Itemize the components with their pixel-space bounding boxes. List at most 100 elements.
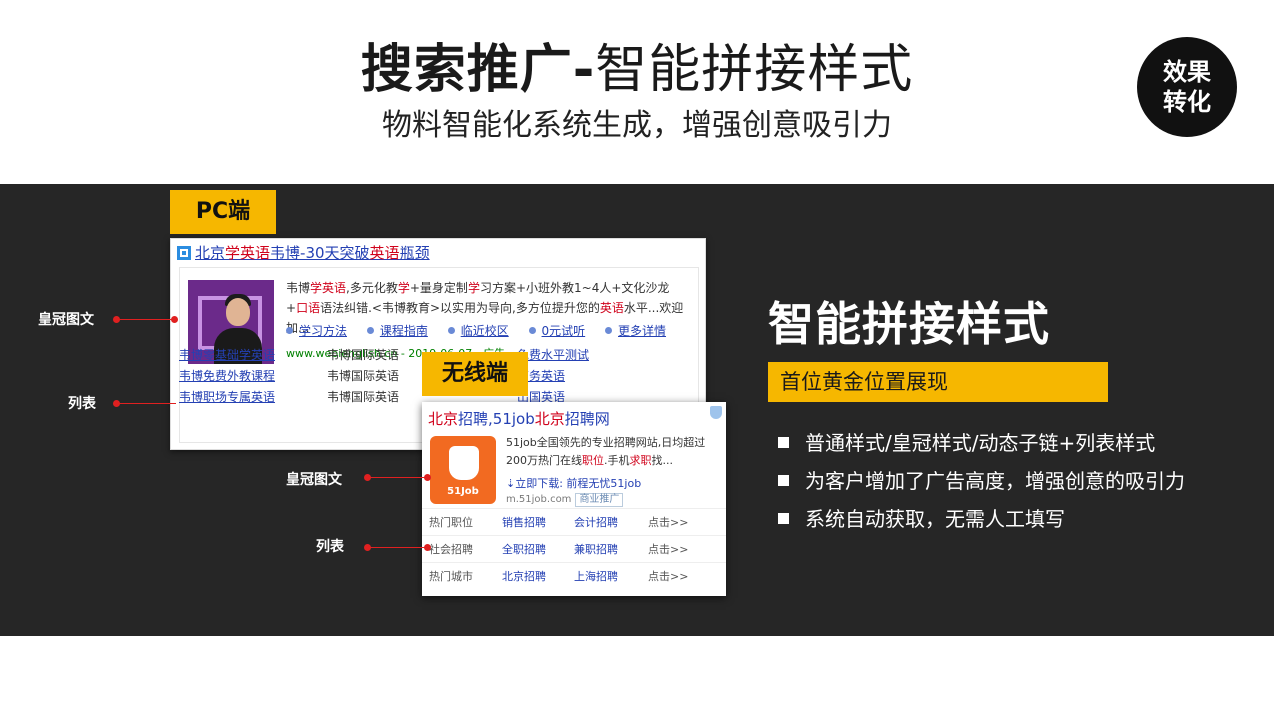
m-title-keyword: 北京 [428,410,459,428]
sublink-study-method[interactable]: 学习方法 [299,322,347,340]
desc-keyword: 学 [397,281,410,295]
feature-bullets: 普通样式/皇冠样式/动态子链+列表样式 为客户增加了广告高度，增强创意的吸引力 … [778,424,1248,538]
callout-pc-list: 列表 [68,396,96,412]
bullet-text: 普通样式/皇冠样式/动态子链+列表样式 [805,431,1156,455]
bullet-item: 系统自动获取，无需人工填写 [778,500,1248,538]
logo-text: 51Job [447,486,479,497]
mobile-tag: 无线端 [422,352,528,396]
callout-line [118,319,176,320]
mobile-ad-list: 热门职位 销售招聘 会计招聘 点击>> 社会招聘 全职招聘 兼职招聘 点击>> 热门城市 北京… [422,508,726,589]
callout-dot [113,316,120,323]
callout-mobile-crown: 皇冠图文 [286,472,342,488]
grid-more[interactable]: 点击>> [648,563,688,590]
desc-keyword: 语 [308,301,321,315]
mobile-ad-url: m.51job.com 商业推广 [506,492,624,508]
grid-category: 热门职位 [429,516,473,529]
bullet-item: 为客户增加了广告高度，增强创意的吸引力 [778,462,1248,500]
title-bold: 搜索推广- [360,40,596,100]
callout-dot [113,400,120,407]
desc-part: 韦博 [286,281,311,295]
desc-part: 语法纠错.<韦博教育>以实用为导向,多方位提升您的 [320,301,600,315]
pc-ad-title[interactable]: 北京学英语韦博-30天突破英语瓶颈 [177,243,430,263]
pc-tag: PC端 [170,190,276,234]
callout-line [368,477,428,478]
sublink-free-trial[interactable]: 0元试听 [542,322,586,340]
bullet-item: 普通样式/皇冠样式/动态子链+列表样式 [778,424,1248,462]
list-source: 韦博国际英语 [327,369,400,383]
grid-link[interactable]: 上海招聘 [574,563,618,590]
pc-title-part: 北京 [195,244,226,262]
m-title-part: 招聘网 [564,410,610,428]
desc-part: ,多元化教 [346,281,398,295]
thumb-person-head [226,298,250,326]
grid-link[interactable]: 北京招聘 [502,563,546,590]
pc-title-part: 瓶颈 [399,244,430,262]
desc-keyword: 学 [467,281,480,295]
m-title-part: 招聘,51job [458,410,535,428]
mobile-ad-title[interactable]: 北京招聘,51job北京招聘网 [428,408,610,430]
list-source: 韦博国际英语 [327,390,400,404]
pc-title-part: 韦博-30天突破 [270,244,370,262]
grid-link[interactable]: 会计招聘 [574,509,618,536]
page-subtitle: 物料智能化系统生成，增强创意吸引力 [382,108,892,143]
callout-pc-crown: 皇冠图文 [38,312,94,328]
51job-logo[interactable]: 51Job [430,436,496,504]
desc-keyword: 英语 [599,301,624,315]
sublink-nearby-campus[interactable]: 临近校区 [461,322,509,340]
callout-mobile-list: 列表 [316,539,344,555]
mobile-ad-card: 北京招聘,51job北京招聘网 51Job 51job全国领先的专业招聘网站,日… [422,402,726,596]
callout-dot [424,544,431,551]
bullet-text: 系统自动获取，无需人工填写 [805,507,1065,531]
badge-line-1: 效果 [1163,57,1211,86]
list-link[interactable]: 韦博免费外教课程 [179,366,275,387]
grid-more[interactable]: 点击>> [648,536,688,563]
bullet-dot-icon [528,327,536,334]
ad-label: 商业推广 [575,493,624,507]
callout-dot [364,474,371,481]
bullet-text: 为客户增加了广告高度，增强创意的吸引力 [805,469,1185,493]
title-light: 智能拼接样式 [595,40,914,100]
grid-link[interactable]: 销售招聘 [502,509,546,536]
callout-line [118,403,176,404]
list-item: 热门职位 销售招聘 会计招聘 点击>> [422,508,726,535]
square-bullet-icon [778,513,789,524]
download-link[interactable]: ⇣立即下载: 前程无忧51job [506,476,641,492]
sublink-course-guide[interactable]: 课程指南 [380,322,428,340]
sublink-more-details[interactable]: 更多详情 [618,322,666,340]
grid-more[interactable]: 点击>> [648,509,688,536]
desc-part: +量身定制 [409,281,468,295]
grid-category: 社会招聘 [429,543,473,556]
bullet-dot-icon [366,327,374,334]
list-item: 社会招聘 全职招聘 兼职招聘 点击>> [422,535,726,562]
desc-part: 找... [651,454,674,467]
pc-title-keyword: 学英语 [225,244,271,262]
pc-sublinks: 学习方法 课程指南 临近校区 0元试听 更多详情 [286,322,690,340]
url-text: m.51job.com [506,494,572,505]
desc-keyword: 职位 [582,454,604,467]
callout-dot [424,474,431,481]
square-bullet-icon [778,437,789,448]
square-bullet-icon [778,475,789,486]
pc-title-keyword: 英语 [369,244,400,262]
list-link[interactable]: 韦博零基础学英语 [179,345,275,366]
list-link[interactable]: 韦博职场专属英语 [179,387,275,408]
desc-part: .手机 [604,454,630,467]
bullet-dot-icon [605,327,612,334]
bullet-dot-icon [447,327,455,334]
page-title: 搜索推广-智能拼接样式 [0,38,1274,102]
callout-dot [364,544,371,551]
list-source: 韦博国际英语 [327,348,400,362]
bullet-dot-icon [286,327,293,334]
shield-icon [710,406,722,419]
badge-line-2: 转化 [1163,87,1211,116]
mobile-ad-description: 51job全国领先的专业招聘网站,日均超过200万热门在线职位.手机求职找... [506,434,722,470]
callout-line [368,547,428,548]
grid-link[interactable]: 全职招聘 [502,536,546,563]
site-icon [177,246,191,260]
desc-keyword: 求职 [629,454,652,467]
feature-title: 智能拼接样式 [768,297,1050,351]
desc-keyword: 口 [296,301,309,315]
grid-link[interactable]: 兼职招聘 [574,536,618,563]
grid-category: 热门城市 [429,570,473,583]
m-title-keyword: 北京 [534,410,565,428]
